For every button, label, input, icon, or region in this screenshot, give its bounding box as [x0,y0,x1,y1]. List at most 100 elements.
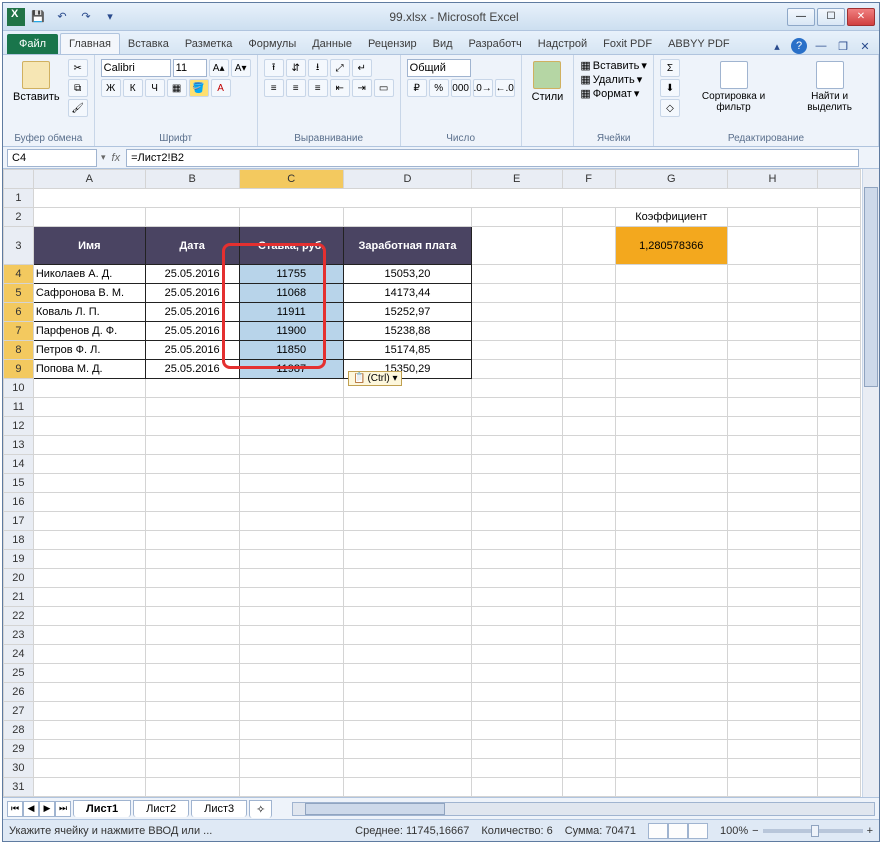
bold-button[interactable]: Ж [101,79,121,97]
row-header-8[interactable]: 8 [4,341,34,360]
sheet-tab-2[interactable]: Лист2 [133,800,189,817]
col-header-H[interactable]: H [727,170,818,189]
header-date[interactable]: Дата [145,227,239,265]
zoom-out-button[interactable]: − [752,825,758,837]
copy-button[interactable]: ⧉ [68,79,88,97]
zoom-slider[interactable] [763,829,863,833]
tab-view[interactable]: Вид [425,34,461,54]
paste-options-button[interactable]: 📋 (Ctrl) ▾ [348,371,402,386]
new-sheet-button[interactable]: ✧ [249,800,272,818]
align-bottom-button[interactable]: ⭳ [308,59,328,77]
view-page-break-button[interactable] [688,823,708,839]
increase-decimal-button[interactable]: .0→ [473,79,493,97]
spreadsheet-grid[interactable]: A B C D E F G H 1 2 Коэффициент 3 И [3,169,879,797]
view-normal-button[interactable] [648,823,668,839]
increase-font-button[interactable]: A▴ [209,59,229,77]
col-header-D[interactable]: D [344,170,472,189]
col-header-B[interactable]: B [145,170,239,189]
cell[interactable] [33,189,860,208]
tab-developer[interactable]: Разработч [461,34,530,54]
align-left-button[interactable]: ≡ [264,79,284,97]
sheet-nav-next[interactable]: ▶ [39,801,55,817]
decrease-font-button[interactable]: A▾ [231,59,251,77]
col-header-A[interactable]: A [33,170,145,189]
namebox-dropdown-icon[interactable]: ▾ [101,152,106,163]
close-button[interactable]: ✕ [847,8,875,26]
col-header-C[interactable]: C [239,170,343,189]
undo-button[interactable]: ↶ [51,6,73,28]
font-color-button[interactable]: A [211,79,231,97]
workbook-minimize-button[interactable]: — [813,38,829,54]
qat-customize-button[interactable]: ▾ [99,6,121,28]
decrease-decimal-button[interactable]: ←.0 [495,79,515,97]
currency-button[interactable]: ₽ [407,79,427,97]
border-button[interactable]: ▦ [167,79,187,97]
maximize-button[interactable]: ☐ [817,8,845,26]
koef-label-cell[interactable]: Коэффициент [615,208,727,227]
insert-cells-button[interactable]: ▦ Вставить ▾ [580,59,647,72]
select-all-corner[interactable] [4,170,34,189]
col-header-G[interactable]: G [615,170,727,189]
paste-button[interactable]: Вставить [9,59,64,105]
sheet-tab-1[interactable]: Лист1 [73,800,131,817]
tab-addins[interactable]: Надстрой [530,34,595,54]
comma-button[interactable]: 000 [451,79,471,97]
tab-abbyy[interactable]: ABBYY PDF [660,34,738,54]
workbook-restore-button[interactable]: ❐ [835,38,851,54]
sort-filter-button[interactable]: Сортировка и фильтр [684,59,783,115]
view-page-layout-button[interactable] [668,823,688,839]
redo-button[interactable]: ↷ [75,6,97,28]
workbook-close-button[interactable]: ✕ [857,38,873,54]
tab-review[interactable]: Рецензир [360,34,425,54]
sheet-nav-last[interactable]: ⏭ [55,801,71,817]
tab-data[interactable]: Данные [304,34,360,54]
sheet-nav-first[interactable]: ⏮ [7,801,23,817]
hscroll-thumb[interactable] [305,803,445,815]
fill-color-button[interactable]: 🪣 [189,79,209,97]
fx-icon[interactable]: fx [112,152,121,164]
italic-button[interactable]: К [123,79,143,97]
col-header-blank[interactable] [818,170,861,189]
align-center-button[interactable]: ≡ [286,79,306,97]
sheet-nav-prev[interactable]: ◀ [23,801,39,817]
sheet-tab-3[interactable]: Лист3 [191,800,247,817]
name-box[interactable]: C4 [7,149,97,167]
cut-button[interactable]: ✂ [68,59,88,77]
horizontal-scrollbar[interactable] [292,802,875,816]
align-middle-button[interactable]: ⇵ [286,59,306,77]
row-header-4[interactable]: 4 [4,265,34,284]
orientation-button[interactable]: ⤢ [330,59,350,77]
decrease-indent-button[interactable]: ⇤ [330,79,350,97]
row-header-7[interactable]: 7 [4,322,34,341]
merge-button[interactable]: ▭ [374,79,394,97]
align-right-button[interactable]: ≡ [308,79,328,97]
clear-button[interactable]: ◇ [660,99,680,117]
underline-button[interactable]: Ч [145,79,165,97]
zoom-in-button[interactable]: + [867,825,873,837]
fill-button[interactable]: ⬇ [660,79,680,97]
find-select-button[interactable]: Найти и выделить [787,59,872,115]
row-header-6[interactable]: 6 [4,303,34,322]
save-button[interactable]: 💾 [27,6,49,28]
wrap-text-button[interactable]: ↵ [352,59,372,77]
zoom-thumb[interactable] [811,825,819,837]
percent-button[interactable]: % [429,79,449,97]
row-header-5[interactable]: 5 [4,284,34,303]
tab-foxit[interactable]: Foxit PDF [595,34,660,54]
font-size-select[interactable] [173,59,207,77]
help-icon[interactable]: ? [791,38,807,54]
format-painter-button[interactable]: 🖌 [68,99,88,117]
tab-insert[interactable]: Вставка [120,34,177,54]
file-tab[interactable]: Файл [7,34,58,54]
row-header-3[interactable]: 3 [4,227,34,265]
format-cells-button[interactable]: ▦ Формат ▾ [580,87,639,100]
number-format-select[interactable] [407,59,471,77]
vertical-scrollbar[interactable] [862,169,879,797]
minimize-button[interactable]: — [787,8,815,26]
minimize-ribbon-button[interactable]: ▴ [769,38,785,54]
col-header-E[interactable]: E [471,170,562,189]
font-name-select[interactable] [101,59,171,77]
styles-button[interactable]: Стили [528,59,568,105]
increase-indent-button[interactable]: ⇥ [352,79,372,97]
header-salary[interactable]: Заработная плата [344,227,472,265]
